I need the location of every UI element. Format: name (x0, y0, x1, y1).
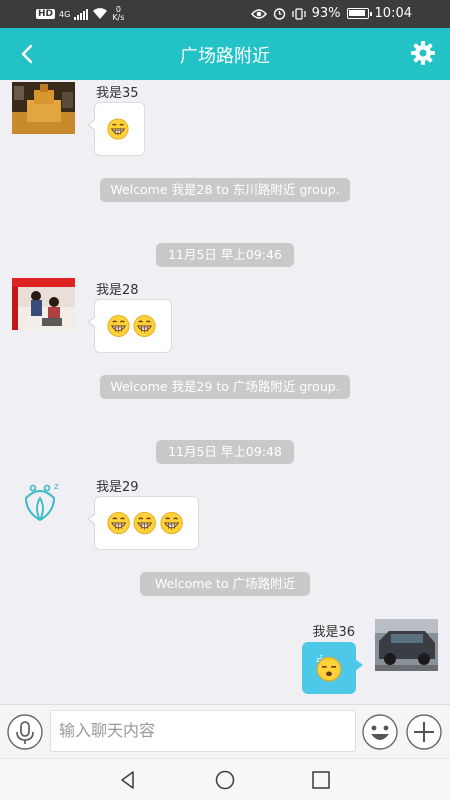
avatar[interactable]: z (18, 478, 68, 528)
system-message: Welcome to 广场路附近 (140, 572, 310, 596)
gear-icon[interactable] (410, 40, 436, 66)
message-bubble[interactable] (87, 299, 172, 353)
nav-recents-icon[interactable] (310, 769, 332, 791)
grin-emoji-icon (133, 314, 156, 338)
network-type: 4G (59, 9, 71, 19)
timestamp: 11月5日 早上09:48 (156, 440, 294, 464)
hd-badge: HD (36, 9, 56, 19)
svg-text:z: z (320, 655, 323, 661)
page-title: 广场路附近 (180, 46, 270, 67)
avatar[interactable] (12, 278, 75, 330)
status-bar: HD 4G 0 K/s 93% 10:04 (0, 0, 450, 28)
eye-icon (250, 8, 267, 19)
system-message: Welcome 我是29 to 广场路附近 group. (100, 375, 350, 399)
nav-back-icon[interactable] (117, 769, 139, 791)
vibrate-icon (291, 7, 306, 20)
grin-emoji-icon (160, 511, 183, 535)
nav-home-icon[interactable] (214, 769, 236, 791)
wifi-icon (93, 8, 108, 19)
message-bubble[interactable] (87, 102, 145, 156)
avatar[interactable] (12, 82, 75, 134)
avatar[interactable] (375, 619, 438, 671)
clock: 10:04 (374, 6, 412, 21)
plus-icon[interactable] (406, 714, 442, 750)
sender-name: 我是35 (96, 86, 139, 101)
battery-percent: 93% (311, 6, 341, 21)
timestamp: 11月5日 早上09:46 (156, 243, 294, 267)
grin-emoji-icon (107, 118, 129, 140)
grin-emoji-icon (107, 314, 130, 338)
signal-icon (74, 8, 89, 20)
grin-emoji-icon (133, 511, 157, 535)
system-message: Welcome 我是28 to 东川路附近 group. (100, 178, 350, 202)
net-speed: 0 K/s (112, 5, 125, 22)
chat-area[interactable]: 我是35 Welcome 我是28 to 东川路附近 group. 11月5日 … (0, 80, 450, 704)
input-bar: 输入聊天内容 (0, 704, 450, 758)
chat-input[interactable]: 输入聊天内容 (50, 710, 356, 752)
sender-name: 我是29 (96, 480, 139, 495)
alarm-icon (273, 8, 285, 20)
sender-name: 我是28 (96, 283, 139, 298)
system-nav-bar (0, 758, 450, 800)
svg-text:z: z (54, 482, 59, 492)
sleepy-emoji-icon: z z (316, 655, 342, 682)
grin-emoji-icon (107, 511, 130, 535)
sender-name: 我是36 (312, 625, 355, 640)
battery-icon (346, 8, 372, 19)
message-bubble[interactable] (87, 496, 199, 550)
microphone-icon[interactable] (7, 714, 43, 750)
app-header: 广场路附近 (0, 28, 450, 80)
emoji-picker-icon[interactable] (362, 714, 398, 750)
my-message-bubble[interactable]: z z (302, 642, 363, 694)
